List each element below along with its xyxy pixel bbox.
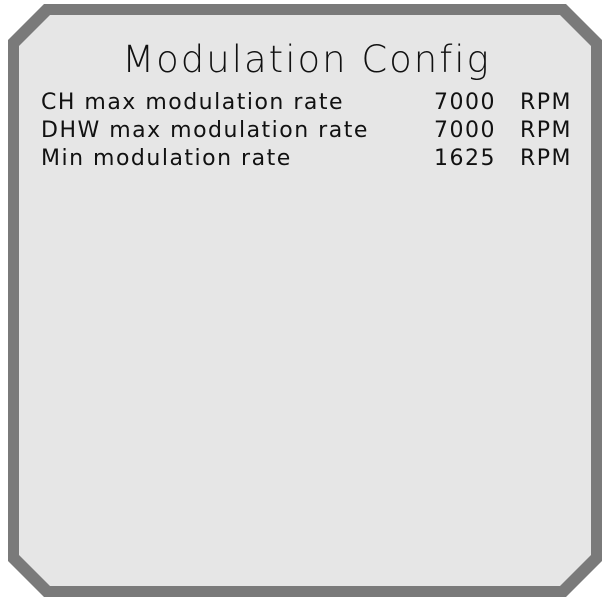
setting-unit: RPM <box>520 118 573 143</box>
setting-value: 1625 <box>434 146 496 171</box>
setting-label: DHW max modulation rate <box>41 118 369 143</box>
setting-value: 7000 <box>434 118 496 143</box>
setting-value: 7000 <box>434 90 496 115</box>
page-title: Modulation Config <box>122 38 491 81</box>
setting-row-dhw-max-modulation-rate: DHW max modulation rate 7000 RPM <box>41 117 581 145</box>
setting-row-ch-max-modulation-rate: CH max modulation rate 7000 RPM <box>41 89 581 117</box>
setting-unit: RPM <box>520 90 573 115</box>
setting-label: Min modulation rate <box>41 146 292 171</box>
settings-list: CH max modulation rate 7000 RPM DHW max … <box>41 89 581 173</box>
setting-row-min-modulation-rate: Min modulation rate 1625 RPM <box>41 145 581 173</box>
setting-label: CH max modulation rate <box>41 90 345 115</box>
setting-unit: RPM <box>520 146 573 171</box>
